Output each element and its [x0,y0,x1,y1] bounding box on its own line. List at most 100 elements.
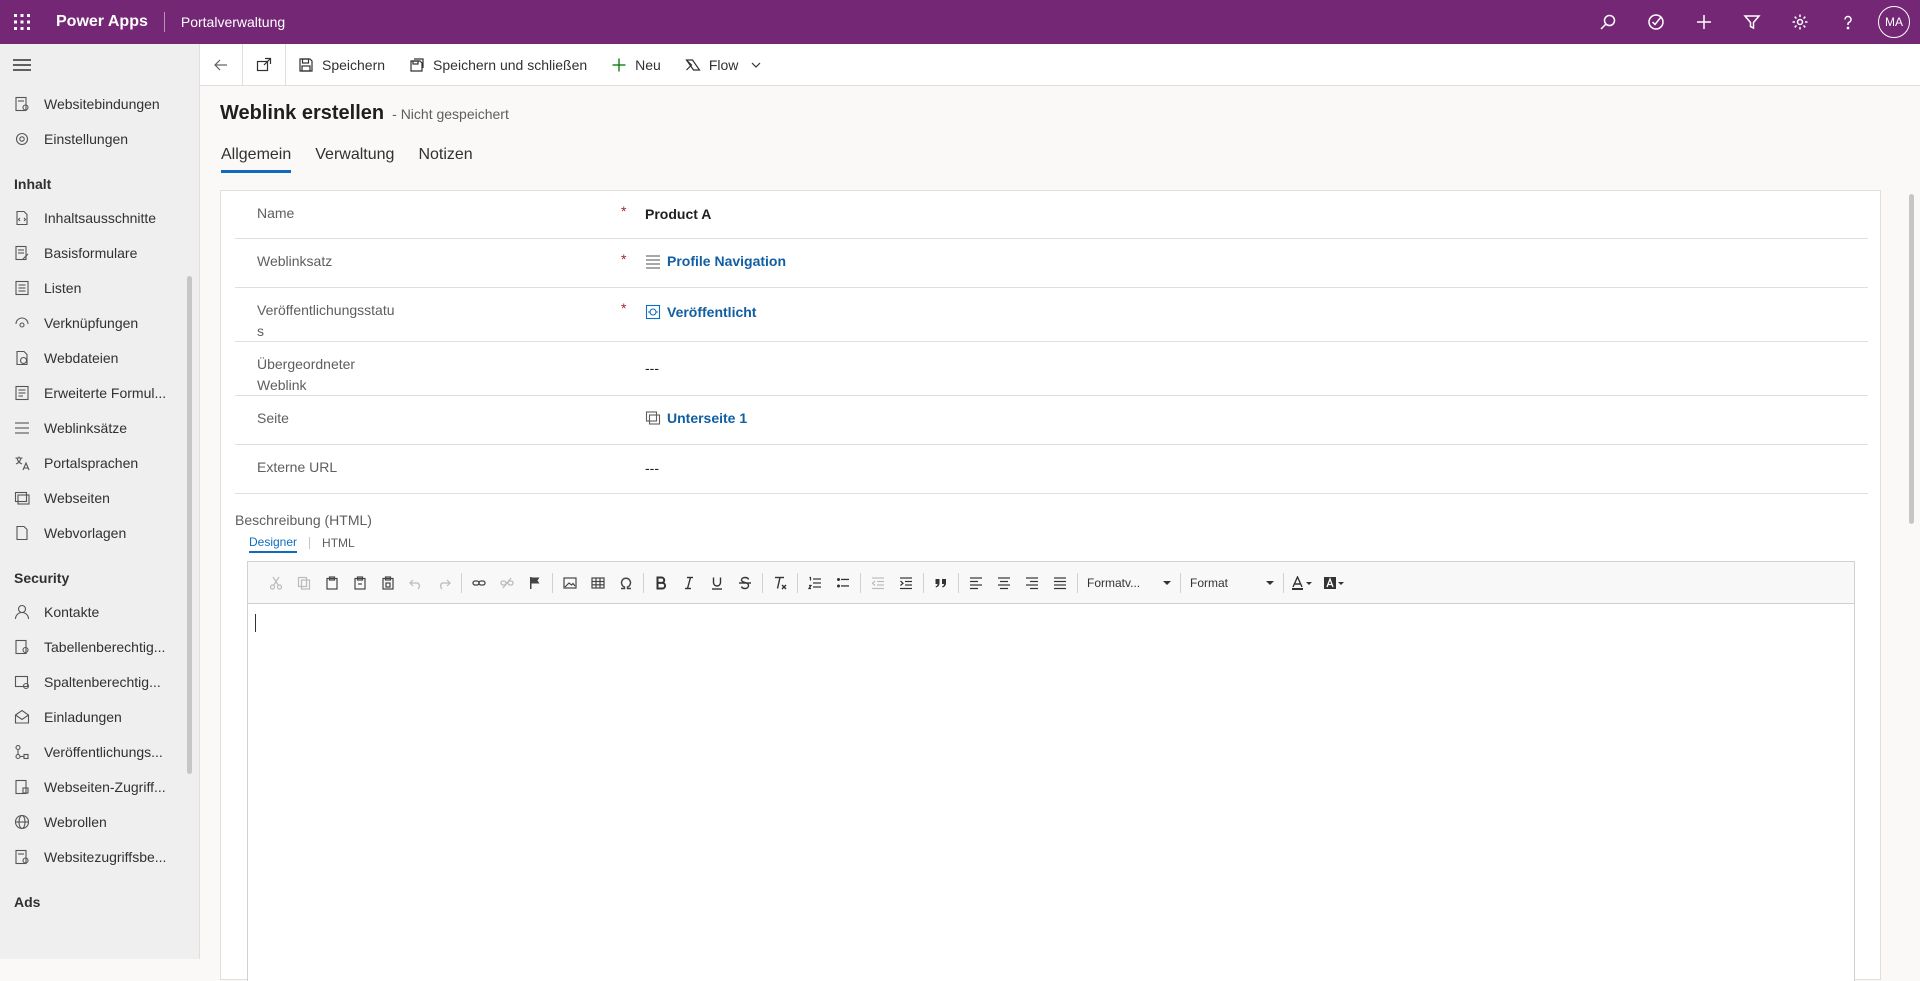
justify-button[interactable] [1046,569,1074,597]
sidebar-scrollbar[interactable] [187,276,192,774]
sidebar-item-spaltenberechtigungen[interactable]: Spaltenberechtig... [0,664,199,699]
paste-button[interactable] [318,569,346,597]
remove-format-button[interactable] [766,569,794,597]
filter-button[interactable] [1728,0,1776,44]
sidebar-item-kontakte[interactable]: Kontakte [0,594,199,629]
flow-label: Flow [708,56,739,73]
name-input[interactable]: Product A [645,206,711,222]
sidebar-item-verknuepfungen[interactable]: Verknüpfungen [0,305,199,340]
save-label: Speichern [322,56,386,73]
sidebar-item-basisformulare[interactable]: Basisformulare [0,235,199,270]
unlink-button[interactable] [493,569,521,597]
field-page: Seite Unterseite 1 [235,396,1868,445]
new-button[interactable] [1680,0,1728,44]
sidebar-item-tabellenberechtigungen[interactable]: Tabellenberechtig... [0,629,199,664]
sidebar-item-websitezugriffsberechtigungen[interactable]: Websitezugriffsbe... [0,839,199,874]
sidebar-item-label: Verknüpfungen [44,314,139,331]
sidebar-item-webseiten[interactable]: Webseiten [0,480,199,515]
save-button[interactable]: Speichern [286,44,397,86]
flow-button[interactable]: Flow [673,44,775,86]
text-color-button[interactable] [1287,569,1319,597]
external-url-input[interactable]: --- [645,460,659,476]
arrow-left-icon [214,59,227,70]
sidebar-item-webdateien[interactable]: Webdateien [0,340,199,375]
help-button[interactable] [1824,0,1872,44]
field-label: Externe URL [257,459,338,475]
lookup-value[interactable]: Profile Navigation [667,253,786,269]
publishing-state-lookup[interactable]: Veröffentlicht [645,304,756,320]
align-left-button[interactable] [962,569,990,597]
search-button[interactable] [1584,0,1632,44]
text-cursor [255,614,256,632]
sidebar-item-einladungen[interactable]: Einladungen [0,699,199,734]
paste-text-button[interactable] [346,569,374,597]
bold-button[interactable] [647,569,675,597]
redo-button[interactable] [430,569,458,597]
list-icon [15,280,29,295]
sidebar-item-einstellungen[interactable]: Einstellungen [0,121,199,156]
tab-verwaltung[interactable]: Verwaltung [315,146,394,173]
bullet-list-button[interactable] [829,569,857,597]
anchor-button[interactable] [521,569,549,597]
save-and-close-button[interactable]: Speichern und schließen [397,44,599,86]
format-select-value: Format [1190,575,1229,590]
lookup-value[interactable]: Unterseite 1 [667,410,747,426]
webpage-icon [645,411,661,425]
sidebar-item-webvorlagen[interactable]: Webvorlagen [0,515,199,550]
copy-button[interactable] [290,569,318,597]
sidebar-item-listen[interactable]: Listen [0,270,199,305]
tab-allgemein[interactable]: Allgemein [221,146,292,173]
tab-html[interactable]: HTML [322,534,355,552]
sidebar-item-inhaltsausschnitte[interactable]: Inhaltsausschnitte [0,200,199,235]
page-title: Weblink erstellen [220,102,385,124]
cut-button[interactable] [262,569,290,597]
sidebar-item-weblinksaetze[interactable]: Weblinksätze [0,410,199,445]
sidebar-item-erweiterte-formulare[interactable]: Erweiterte Formul... [0,375,199,410]
strikethrough-icon [739,576,751,589]
back-button[interactable] [200,44,242,86]
numbered-list-button[interactable] [801,569,829,597]
tab-designer[interactable]: Designer [249,533,298,553]
language-icon [15,456,30,470]
sidebar-item-websitebindungen[interactable]: Websitebindungen [0,86,199,121]
underline-button[interactable] [703,569,731,597]
lookup-value[interactable]: Veröffentlicht [667,304,756,320]
parent-weblink-lookup[interactable]: --- [645,360,659,376]
page-lookup[interactable]: Unterseite 1 [645,410,747,426]
tab-notizen[interactable]: Notizen [418,146,472,173]
sidebar-item-webseiten-zugriff[interactable]: Webseiten-Zugriff... [0,769,199,804]
app-title[interactable]: Portalverwaltung [165,14,285,30]
main-scrollbar[interactable] [1909,194,1914,524]
blockquote-button[interactable] [927,569,955,597]
background-color-button[interactable] [1319,569,1351,597]
assistant-button[interactable] [1632,0,1680,44]
gear-icon [1792,14,1808,30]
new-record-button[interactable]: Neu [599,44,673,86]
sidebar-toggle-button[interactable] [0,44,199,86]
app-launcher-button[interactable] [0,0,44,44]
align-right-button[interactable] [1018,569,1046,597]
form-section: Name * Product A Weblinksatz * Profile N… [220,190,1881,981]
table-button[interactable] [584,569,612,597]
settings-button[interactable] [1776,0,1824,44]
indent-button[interactable] [892,569,920,597]
undo-button[interactable] [402,569,430,597]
sidebar-item-portalsprachen[interactable]: Portalsprachen [0,445,199,480]
align-center-button[interactable] [990,569,1018,597]
image-button[interactable] [556,569,584,597]
open-new-window-button[interactable] [243,44,285,86]
format-select[interactable]: Format [1184,571,1280,595]
strikethrough-button[interactable] [731,569,759,597]
editor-mode-tabs: Designer HTML [249,533,367,553]
outdent-button[interactable] [864,569,892,597]
special-char-button[interactable] [612,569,640,597]
avatar[interactable]: MA [1878,6,1910,38]
link-button[interactable] [465,569,493,597]
sidebar-item-veroeffentlichungsstatus[interactable]: Veröffentlichungs... [0,734,199,769]
italic-button[interactable] [675,569,703,597]
paste-word-button[interactable] [374,569,402,597]
style-select[interactable]: Formatv... [1081,571,1177,595]
weblinkset-lookup[interactable]: Profile Navigation [645,253,786,269]
sidebar-item-webrollen[interactable]: Webrollen [0,804,199,839]
brand-name[interactable]: Power Apps [44,12,165,32]
